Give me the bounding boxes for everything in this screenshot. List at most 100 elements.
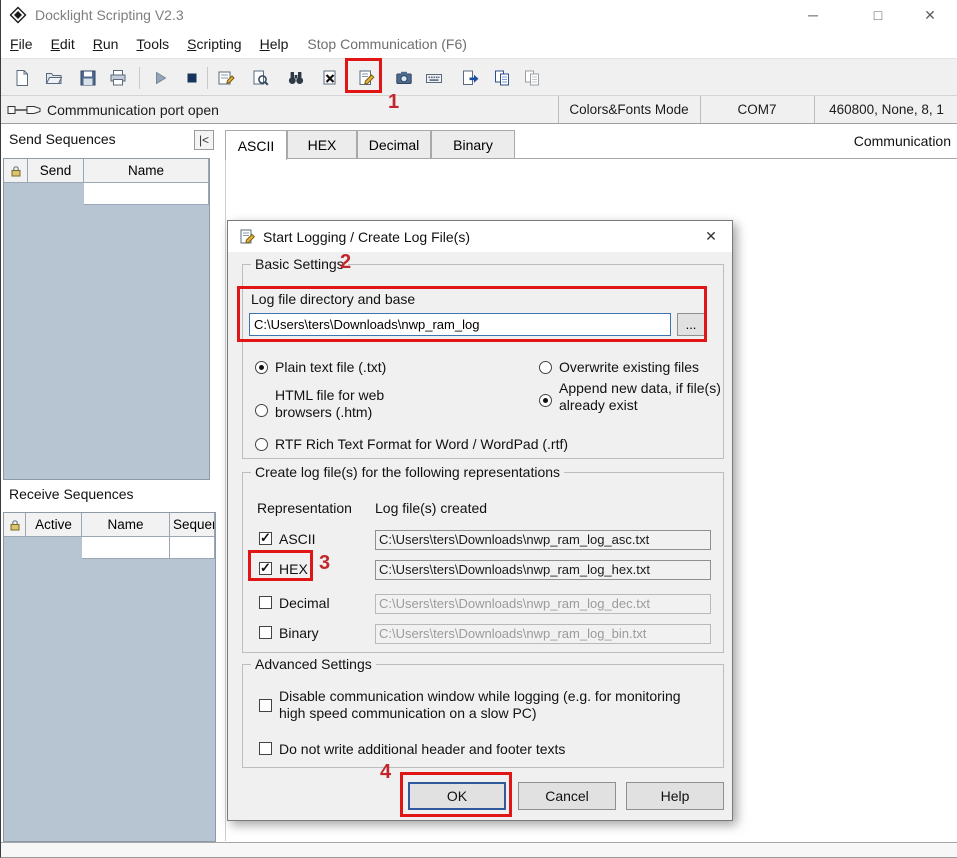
- communication-label: Communication: [854, 133, 951, 149]
- receive-sequences-title: Receive Sequences: [9, 486, 134, 502]
- checkbox-decimal-label: Decimal: [279, 595, 330, 612]
- start-logging-dialog: Start Logging / Create Log File(s) ✕ Bas…: [227, 220, 733, 821]
- receive-sequence-value-cell[interactable]: [170, 537, 215, 559]
- serial-connector-icon: [7, 100, 43, 123]
- send-sequence-name-cell[interactable]: [84, 183, 209, 205]
- basic-settings-group: Basic Settings Log file directory and ba…: [242, 264, 724, 459]
- tab-divider: [225, 158, 957, 159]
- close-button[interactable]: ✕: [907, 0, 953, 30]
- keyboard-console-icon[interactable]: [421, 65, 447, 91]
- radio-plain-text-label: Plain text file (.txt): [275, 359, 386, 376]
- name-column-header: Name: [82, 513, 170, 537]
- open-project-icon[interactable]: [41, 65, 67, 91]
- port-status: Commmunication port open: [47, 96, 219, 123]
- send-sequences-panel: Send Name: [3, 158, 210, 480]
- docklight-logo-icon: [9, 6, 27, 24]
- checkbox-hex[interactable]: [259, 562, 272, 575]
- ok-button[interactable]: OK: [408, 782, 506, 810]
- save-project-icon[interactable]: [75, 65, 101, 91]
- menu-scripting[interactable]: Scripting: [178, 36, 250, 52]
- find-sequence-icon[interactable]: [247, 65, 273, 91]
- tab-hex[interactable]: HEX: [287, 130, 357, 158]
- help-button[interactable]: Help: [626, 782, 724, 810]
- edit-sequences-icon[interactable]: [213, 65, 239, 91]
- send-column-header: Send: [28, 159, 84, 183]
- menu-file[interactable]: File: [1, 36, 42, 52]
- hex-log-path: C:\Users\ters\Downloads\nwp_ram_log_hex.…: [375, 560, 711, 580]
- clear-communication-window-icon[interactable]: [317, 65, 343, 91]
- radio-html[interactable]: [255, 404, 268, 417]
- radio-overwrite-label: Overwrite existing files: [559, 359, 699, 376]
- tab-ascii[interactable]: ASCII: [225, 130, 287, 160]
- receive-sequences-panel: Active Name Sequence: [3, 512, 216, 842]
- lock-icon: [4, 513, 26, 537]
- stop-communication-icon[interactable]: [179, 65, 205, 91]
- log-dir-label: Log file directory and base: [251, 291, 415, 307]
- radio-plain-text[interactable]: [255, 361, 268, 374]
- com-params-segment[interactable]: 460800, None, 8, 1: [814, 96, 957, 123]
- find-icon[interactable]: [283, 65, 309, 91]
- dialog-close-button[interactable]: ✕: [690, 221, 732, 252]
- binary-log-path: C:\Users\ters\Downloads\nwp_ram_log_bin.…: [375, 624, 711, 644]
- lock-icon: [4, 159, 28, 183]
- dialog-title-bar: Start Logging / Create Log File(s) ✕: [228, 221, 732, 252]
- receive-sequence-name-cell[interactable]: [82, 537, 170, 559]
- advanced-settings-label: Advanced Settings: [251, 656, 376, 672]
- checkbox-hex-label: HEX: [279, 561, 308, 578]
- dialog-title: Start Logging / Create Log File(s): [263, 229, 470, 245]
- com-port-segment[interactable]: COM7: [700, 96, 813, 123]
- files-column-header: Log file(s) created: [375, 500, 487, 516]
- checkbox-disable-comm-window[interactable]: [259, 699, 272, 712]
- window-bottom-strip: [1, 842, 957, 858]
- colors-fonts-mode-segment[interactable]: Colors&Fonts Mode: [558, 96, 699, 123]
- browse-button[interactable]: ...: [677, 313, 705, 336]
- log-dir-input[interactable]: [249, 313, 671, 336]
- snapshot-icon[interactable]: [391, 65, 417, 91]
- checkbox-ascii[interactable]: [259, 532, 272, 545]
- send-table-header: Send Name: [4, 159, 209, 183]
- checkbox-binary[interactable]: [259, 626, 272, 639]
- send-sequences-title: Send Sequences: [9, 131, 116, 147]
- menu-stop-communication[interactable]: Stop Communication (F6): [297, 36, 477, 52]
- checkbox-decimal[interactable]: [259, 596, 272, 609]
- tab-decimal[interactable]: Decimal: [357, 130, 431, 158]
- menu-edit[interactable]: Edit: [42, 36, 84, 52]
- radio-overwrite[interactable]: [539, 361, 552, 374]
- checkbox-binary-label: Binary: [279, 625, 319, 642]
- toolbar-separator: [139, 67, 140, 89]
- start-logging-dialog-icon: [238, 228, 256, 246]
- send-file-icon[interactable]: [457, 65, 483, 91]
- toolbar: [1, 58, 957, 96]
- collapse-send-panel-button[interactable]: |<: [194, 130, 214, 150]
- representation-column-header: Representation: [257, 500, 352, 516]
- radio-append[interactable]: [539, 394, 552, 407]
- tab-binary[interactable]: Binary: [431, 130, 515, 158]
- receive-input-row: [4, 537, 215, 559]
- send-input-row: [4, 183, 209, 205]
- active-column-header: Active: [26, 513, 82, 537]
- menu-help[interactable]: Help: [251, 36, 298, 52]
- menu-tools[interactable]: Tools: [127, 36, 178, 52]
- maximize-button[interactable]: □: [855, 0, 901, 30]
- name-column-header: Name: [84, 159, 209, 183]
- cancel-button[interactable]: Cancel: [518, 782, 616, 810]
- minimize-button[interactable]: ─: [790, 0, 836, 30]
- decimal-log-path: C:\Users\ters\Downloads\nwp_ram_log_dec.…: [375, 594, 711, 614]
- checkbox-disable-comm-window-label: Disable communication window while loggi…: [279, 688, 699, 722]
- new-project-icon[interactable]: [9, 65, 35, 91]
- docklight-window: Docklight Scripting V2.3 ─ □ ✕ File Edit…: [0, 0, 957, 858]
- receive-table-header: Active Name Sequence: [4, 513, 215, 537]
- run-script-icon[interactable]: [147, 65, 173, 91]
- basic-settings-label: Basic Settings: [251, 256, 348, 272]
- checkbox-no-header-footer[interactable]: [259, 742, 272, 755]
- copy-icon[interactable]: [489, 65, 515, 91]
- ascii-log-path: C:\Users\ters\Downloads\nwp_ram_log_asc.…: [375, 530, 711, 550]
- radio-append-label: Append new data, if file(s) already exis…: [559, 380, 724, 414]
- start-logging-icon[interactable]: [353, 65, 379, 91]
- print-icon[interactable]: [105, 65, 131, 91]
- status-bar: Commmunication port open Colors&Fonts Mo…: [1, 96, 957, 124]
- sequence-column-header: Sequence: [170, 513, 215, 537]
- menu-run[interactable]: Run: [84, 36, 128, 52]
- copy-secondary-icon[interactable]: [519, 65, 545, 91]
- radio-rtf[interactable]: [255, 438, 268, 451]
